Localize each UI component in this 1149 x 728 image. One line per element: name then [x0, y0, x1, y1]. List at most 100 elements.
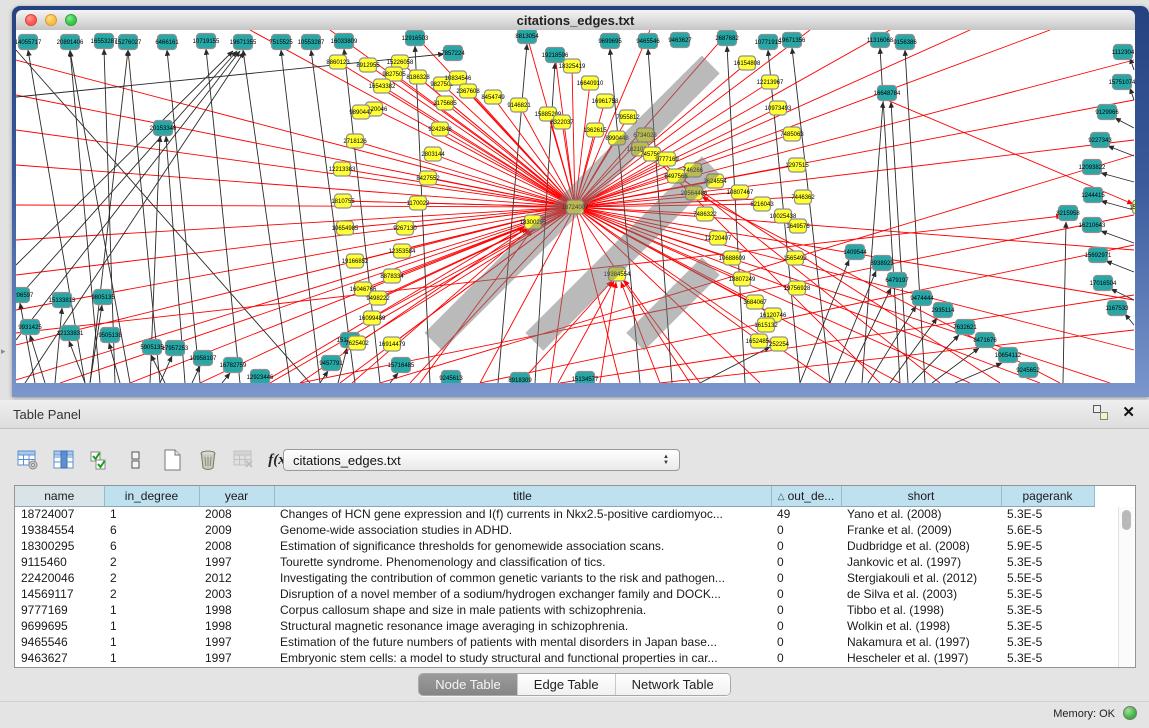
table-row[interactable]: 2242004622012Investigating the contribut… [15, 570, 1094, 586]
table-cell[interactable]: 18724007 [15, 506, 104, 522]
table-cell[interactable]: 9463627 [15, 650, 104, 666]
table-cell[interactable]: 1 [104, 650, 199, 666]
column-header-title[interactable]: title [274, 486, 771, 506]
table-scrollbar-thumb[interactable] [1122, 510, 1131, 530]
rows-icon[interactable] [122, 447, 149, 473]
table-cell[interactable]: 5.6E-5 [1001, 522, 1094, 538]
table-cell[interactable]: 2 [104, 586, 199, 602]
table-cell[interactable]: 0 [771, 538, 841, 554]
table-cell[interactable]: Yano et al. (2008) [841, 506, 1001, 522]
column-header-in_degree[interactable]: in_degree [104, 486, 199, 506]
table-cell[interactable]: 1998 [199, 602, 274, 618]
table-cell[interactable]: Estimation of significance thresholds fo… [274, 538, 771, 554]
table-cell[interactable]: Structural magnetic resonance image aver… [274, 618, 771, 634]
table-cell[interactable]: 0 [771, 586, 841, 602]
table-cell[interactable]: 19384554 [15, 522, 104, 538]
table-cell[interactable]: Disruption of a novel member of a sodium… [274, 586, 771, 602]
table-cell[interactable]: 6 [104, 522, 199, 538]
delete-column-icon[interactable] [194, 447, 221, 473]
table-cell[interactable]: 5.3E-5 [1001, 634, 1094, 650]
table-cell[interactable]: Estimation of the future numbers of pati… [274, 634, 771, 650]
panel-collapse-arrow[interactable]: ▸ [1, 346, 6, 357]
table-row[interactable]: 946362711997Embryonic stem cells: a mode… [15, 650, 1094, 666]
table-cell[interactable]: 9115460 [15, 554, 104, 570]
table-cell[interactable]: 9777169 [15, 602, 104, 618]
black-edge[interactable] [320, 371, 328, 383]
table-selector[interactable]: citations_edges.txt ▲▼ [283, 449, 680, 471]
table-cell[interactable]: 0 [771, 602, 841, 618]
table-cell[interactable]: 0 [771, 634, 841, 650]
table-cell[interactable]: Stergiakouli et al. (2012) [841, 570, 1001, 586]
close-button[interactable] [25, 14, 37, 26]
show-columns-icon[interactable] [50, 447, 77, 473]
table-cell[interactable]: Wolkin et al. (1998) [841, 618, 1001, 634]
row-check-icon[interactable] [86, 447, 113, 473]
table-cell[interactable]: 1 [104, 618, 199, 634]
table-cell[interactable]: 1 [104, 506, 199, 522]
table-cell[interactable]: 6 [104, 538, 199, 554]
table-cell[interactable]: Embryonic stem cells: a model to study s… [274, 650, 771, 666]
close-panel-icon[interactable]: ✕ [1122, 405, 1135, 420]
table-cell[interactable]: 22420046 [15, 570, 104, 586]
new-column-icon[interactable] [158, 447, 185, 473]
table-cell[interactable]: 5.3E-5 [1001, 602, 1094, 618]
table-cell[interactable]: 5.3E-5 [1001, 554, 1094, 570]
table-cell[interactable]: 2012 [199, 570, 274, 586]
minimize-button[interactable] [45, 14, 57, 26]
table-cell[interactable]: 0 [771, 618, 841, 634]
table-cell[interactable]: Tibbo et al. (1998) [841, 602, 1001, 618]
table-cell[interactable]: Nakamura et al. (1997) [841, 634, 1001, 650]
table-cell[interactable]: 1997 [199, 634, 274, 650]
float-panel-icon[interactable] [1093, 405, 1108, 420]
tab-network-table[interactable]: Network Table [616, 674, 730, 695]
table-cell[interactable]: 49 [771, 506, 841, 522]
table-cell[interactable]: 14569117 [15, 586, 104, 602]
table-cell[interactable]: Jankovic et al. (1997) [841, 554, 1001, 570]
tab-edge-table[interactable]: Edge Table [518, 674, 616, 695]
table-cell[interactable]: Corpus callosum shape and size in male p… [274, 602, 771, 618]
table-cell[interactable]: 0 [771, 554, 841, 570]
table-row[interactable]: 1830029562008Estimation of significance … [15, 538, 1094, 554]
table-cell[interactable]: 9465546 [15, 634, 104, 650]
table-cell[interactable]: 5.9E-5 [1001, 538, 1094, 554]
table-cell[interactable]: Investigating the contribution of common… [274, 570, 771, 586]
table-cell[interactable]: 0 [771, 522, 841, 538]
table-row[interactable]: 911546021997Tourette syndrome. Phenomeno… [15, 554, 1094, 570]
table-cell[interactable]: 1 [104, 634, 199, 650]
zoom-button[interactable] [65, 14, 77, 26]
table-cell[interactable]: 5.5E-5 [1001, 570, 1094, 586]
table-cell[interactable]: 9699695 [15, 618, 104, 634]
column-header-out_de[interactable]: △out_de... [771, 486, 841, 506]
table-cell[interactable]: Franke et al. (2009) [841, 522, 1001, 538]
column-header-pagerank[interactable]: pagerank [1001, 486, 1094, 506]
table-cell[interactable]: 18300295 [15, 538, 104, 554]
table-cell[interactable]: 1 [104, 602, 199, 618]
table-row[interactable]: 1872400712008Changes of HCN gene express… [15, 506, 1094, 522]
table-cell[interactable]: Hescheler et al. (1997) [841, 650, 1001, 666]
table-mode-icon[interactable] [14, 447, 41, 473]
column-header-name[interactable]: name [15, 486, 104, 506]
table-cell[interactable]: 2008 [199, 506, 274, 522]
table-cell[interactable]: Dudbridge et al. (2008) [841, 538, 1001, 554]
table-cell[interactable]: 0 [771, 650, 841, 666]
table-row[interactable]: 1456911722003Disruption of a novel membe… [15, 586, 1094, 602]
table-row[interactable]: 1938455462009Genome-wide association stu… [15, 522, 1094, 538]
table-cell[interactable]: Genome-wide association studies in ADHD. [274, 522, 771, 538]
memory-status-indicator[interactable] [1123, 706, 1137, 720]
table-row[interactable]: 977716911998Corpus callosum shape and si… [15, 602, 1094, 618]
table-cell[interactable]: 2009 [199, 522, 274, 538]
column-header-year[interactable]: year [199, 486, 274, 506]
table-cell[interactable]: 2 [104, 570, 199, 586]
table-cell[interactable]: Changes of HCN gene expression and I(f) … [274, 506, 771, 522]
table-cell[interactable]: 2003 [199, 586, 274, 602]
table-cell[interactable]: 1997 [199, 554, 274, 570]
table-cell[interactable]: 0 [771, 570, 841, 586]
table-cell[interactable]: 5.3E-5 [1001, 586, 1094, 602]
table-row[interactable]: 946554611997Estimation of the future num… [15, 634, 1094, 650]
table-cell[interactable]: 1998 [199, 618, 274, 634]
table-cell[interactable]: 5.3E-5 [1001, 618, 1094, 634]
table-row[interactable]: 969969511998Structural magnetic resonanc… [15, 618, 1094, 634]
table-scrollbar[interactable] [1118, 507, 1134, 667]
table-cell[interactable]: 1997 [199, 650, 274, 666]
column-header-short[interactable]: short [841, 486, 1001, 506]
